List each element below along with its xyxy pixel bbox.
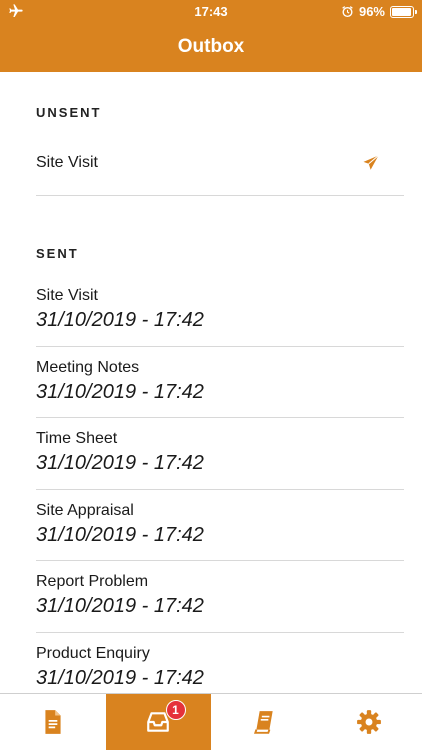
tab-forms[interactable] — [0, 694, 106, 750]
sent-item-date: 31/10/2019 - 17:42 — [36, 452, 204, 474]
sent-item[interactable]: Report Problem 31/10/2019 - 17:42 — [36, 561, 404, 633]
tab-outbox[interactable]: 1 — [105, 694, 211, 750]
sent-list: Site Visit 31/10/2019 - 17:42 Meeting No… — [0, 275, 422, 694]
book-icon — [253, 711, 273, 734]
sent-item-date: 31/10/2019 - 17:42 — [36, 523, 204, 546]
alarm-icon — [342, 6, 353, 18]
sent-section-heading: SENT — [36, 246, 79, 261]
sent-item-title: Site Appraisal — [36, 501, 134, 519]
page-title: Outbox — [177, 36, 245, 57]
sent-item[interactable]: Site Visit 31/10/2019 - 17:42 — [36, 275, 404, 347]
sent-item-title: Product Enquiry — [36, 644, 150, 662]
sent-item-date: 31/10/2019 - 17:42 — [36, 380, 204, 403]
status-bar: 17:43 96% — [0, 0, 422, 22]
battery-fill — [392, 7, 412, 16]
outbox-badge: 1 — [165, 700, 186, 720]
tab-settings[interactable] — [317, 694, 422, 750]
sent-item-title: Site Visit — [36, 287, 98, 304]
unsent-section-heading: UNSENT — [36, 105, 102, 120]
sent-item-date: 31/10/2019 - 17:42 — [36, 595, 204, 617]
sent-item-title: Report Problem — [36, 573, 149, 590]
sent-item-date: 31/10/2019 - 17:42 — [36, 309, 204, 331]
gear-icon — [357, 710, 382, 734]
sent-item[interactable]: Site Appraisal 31/10/2019 - 17:42 — [36, 490, 404, 561]
battery-percent: 96% — [358, 4, 385, 19]
app-header: 17:43 96% Outbox — [0, 0, 422, 72]
battery-icon — [390, 5, 417, 18]
unsent-item[interactable]: Site Visit — [36, 134, 404, 196]
sent-item-title: Meeting Notes — [36, 358, 140, 376]
document-icon — [45, 710, 61, 734]
status-right: 96% — [341, 4, 417, 19]
sent-item[interactable]: Meeting Notes 31/10/2019 - 17:42 — [36, 347, 404, 418]
sent-item-title: Time Sheet — [36, 430, 118, 447]
outbox-screen: 17:43 96% Outbox UNSENT Site Visit SENT … — [0, 0, 422, 750]
tab-bar: 1 — [0, 693, 422, 750]
send-icon[interactable] — [362, 154, 380, 172]
outbox-content[interactable]: UNSENT Site Visit SENT Site Visit 31/10/… — [0, 72, 422, 694]
tab-library[interactable] — [211, 694, 317, 750]
unsent-item-title: Site Visit — [36, 154, 98, 171]
sent-item[interactable]: Time Sheet 31/10/2019 - 17:42 — [36, 418, 404, 490]
sent-item[interactable]: Product Enquiry 31/10/2019 - 17:42 — [36, 633, 404, 695]
sent-item-date: 31/10/2019 - 17:42 — [36, 666, 204, 689]
